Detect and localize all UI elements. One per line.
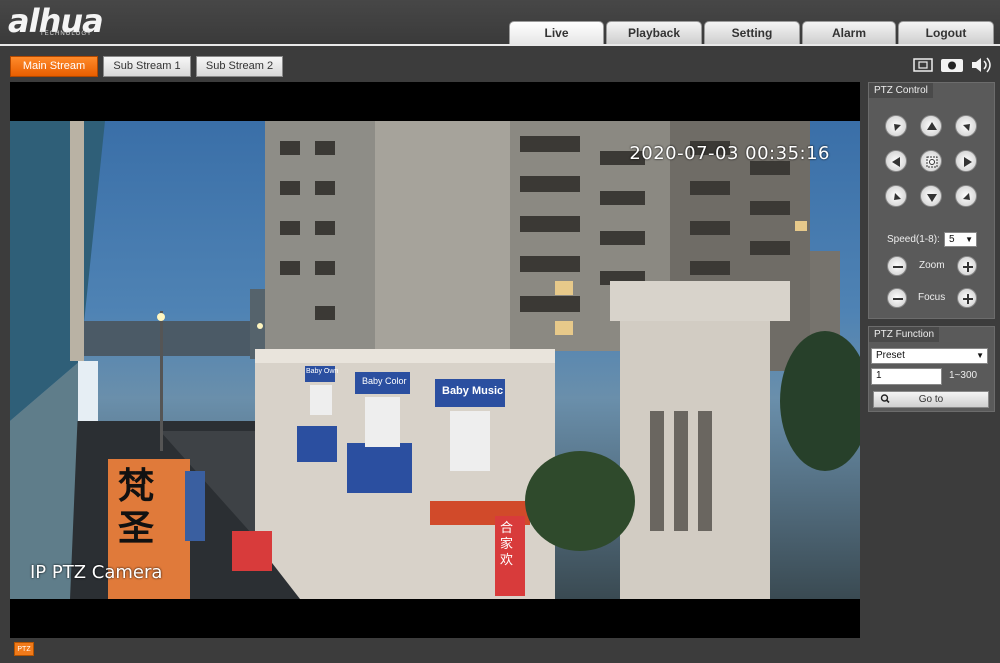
sign-big-characters: 梵 圣 (118, 466, 155, 549)
goto-button[interactable]: Go to (873, 391, 989, 408)
live-video-view[interactable]: Baby Own Baby Color Baby Music 梵 圣 合家欢 2… (10, 82, 860, 638)
ptz-down-left-button[interactable] (885, 185, 907, 207)
ptz-down-button[interactable] (920, 185, 942, 207)
zoom-in-button[interactable] (957, 256, 977, 276)
focus-far-button[interactable] (957, 288, 977, 308)
chevron-down-icon: ▼ (965, 235, 973, 244)
tab-playback[interactable]: Playback (606, 21, 702, 44)
preset-number-input[interactable]: 1 (871, 368, 942, 385)
chevron-down-icon: ▼ (976, 351, 984, 360)
camera-name-overlay: IP PTZ Camera (30, 562, 163, 583)
ptz-up-right-button[interactable] (955, 115, 977, 137)
ptz-3d-position-button[interactable] (920, 150, 942, 172)
sign-side: 合家欢 (500, 521, 514, 568)
goto-label: Go to (918, 394, 944, 405)
audio-icon[interactable] (970, 56, 992, 74)
focus-label: Focus (918, 292, 946, 303)
sub-stream-1-button[interactable]: Sub Stream 1 (103, 56, 191, 77)
ptz-down-right-button[interactable] (955, 185, 977, 207)
video-timestamp: 2020-07-03 00:35:16 (629, 143, 830, 164)
record-icon[interactable] (940, 56, 963, 74)
ptz-control-title: PTZ Control (869, 83, 933, 98)
ptz-function-title: PTZ Function (869, 327, 940, 342)
speed-select[interactable]: 5 ▼ (944, 232, 977, 247)
ptz-up-left-button[interactable] (885, 115, 907, 137)
zoom-out-button[interactable] (887, 256, 907, 276)
sign-baby-color: Baby Color (362, 376, 407, 386)
logo-tagline: TECHNOLOGY (40, 31, 93, 37)
ptz-function-panel: PTZ Function Preset ▼ 1 1~300 Go to (868, 326, 995, 412)
speed-value: 5 (949, 234, 955, 245)
ptz-function-mode: Preset (876, 350, 905, 361)
tab-live[interactable]: Live (509, 21, 604, 44)
ptz-left-button[interactable] (885, 150, 907, 172)
ptz-toggle-button[interactable]: PTZ (14, 642, 34, 656)
speed-label: Speed(1-8): (887, 234, 940, 245)
tab-setting[interactable]: Setting (704, 21, 800, 44)
ptz-right-button[interactable] (955, 150, 977, 172)
main-stream-button[interactable]: Main Stream (10, 56, 98, 77)
sign-baby-music: Baby Music (442, 385, 504, 397)
sign-baby-own: Baby Own (306, 368, 339, 375)
focus-near-button[interactable] (887, 288, 907, 308)
ptz-up-button[interactable] (920, 115, 942, 137)
ptz-control-panel: PTZ Control Speed(1-8): 5 ▼ Zoom Focus (868, 82, 995, 319)
camera-feed: Baby Own Baby Color Baby Music 梵 圣 合家欢 2… (10, 121, 860, 599)
fullscreen-icon[interactable] (912, 56, 934, 74)
preset-range-label: 1~300 (949, 370, 978, 381)
nav-divider (0, 44, 1000, 46)
tab-alarm[interactable]: Alarm (802, 21, 896, 44)
ptz-function-select[interactable]: Preset ▼ (871, 348, 988, 364)
search-icon (880, 392, 890, 412)
zoom-label: Zoom (919, 260, 945, 271)
sub-stream-2-button[interactable]: Sub Stream 2 (196, 56, 283, 77)
tab-logout[interactable]: Logout (898, 21, 994, 44)
